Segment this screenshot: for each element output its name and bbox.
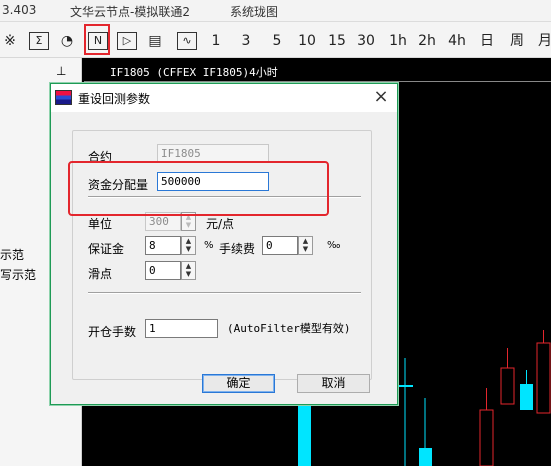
app-icon — [55, 90, 72, 105]
period-5min[interactable]: 5 — [267, 30, 287, 52]
period-10min[interactable]: 10 — [297, 30, 317, 52]
fee-suffix: ‰ — [327, 240, 341, 251]
contract-field: IF1805 — [157, 144, 269, 162]
candle-down — [500, 367, 515, 405]
toolbar: ※ Σ ◔ N ▷ ▤ ∿ 1 3 5 10 15 30 1h 2h 4h 日 … — [0, 22, 551, 58]
backtest-params-dialog: 重设回测参数 × 合约 IF1805 资金分配量 500000 单位 300 ▲… — [50, 83, 398, 405]
divider — [88, 292, 361, 294]
margin-spinner[interactable]: ▲ ▼ — [181, 236, 196, 255]
candle-down — [479, 409, 494, 466]
pin-icon[interactable]: ⊥ — [56, 64, 66, 78]
window-title: 文华云节点-模拟联通2 — [70, 5, 190, 19]
fee-spinner[interactable]: ▲ ▼ — [298, 236, 313, 255]
slippage-spinner[interactable]: ▲ ▼ — [181, 261, 196, 280]
period-month[interactable]: 月 — [535, 30, 551, 52]
margin-label: 保证金 — [88, 242, 125, 256]
system-label: 系统珑图 — [230, 5, 279, 19]
fee-label: 手续费 — [219, 242, 256, 256]
period-1h[interactable]: 1h — [388, 30, 408, 52]
candle-up — [419, 448, 432, 466]
unit-label: 单位 — [88, 217, 113, 231]
period-2h[interactable]: 2h — [417, 30, 437, 52]
chart-icon[interactable]: ∿ — [177, 32, 197, 50]
lots-label: 开仓手数 — [88, 325, 137, 339]
candle-down — [536, 342, 551, 414]
version-text: 3.403 — [2, 3, 37, 17]
period-3min[interactable]: 3 — [236, 30, 256, 52]
close-icon[interactable]: × — [369, 86, 393, 108]
period-day[interactable]: 日 — [477, 30, 497, 52]
fee-input[interactable]: 0 — [262, 236, 298, 255]
chart-divider — [84, 81, 551, 82]
left-panel-item[interactable]: 示范 — [0, 246, 24, 263]
period-4h[interactable]: 4h — [447, 30, 467, 52]
period-week[interactable]: 周 — [507, 30, 527, 52]
document-icon[interactable]: ▤ — [145, 30, 165, 52]
ok-button[interactable]: 确定 — [202, 374, 275, 393]
cancel-button[interactable]: 取消 — [297, 374, 370, 393]
period-1min[interactable]: 1 — [206, 30, 226, 52]
toolbar-highlight-box — [84, 24, 110, 55]
app-title-bar: 3.403 文华云节点-模拟联通2 系统珑图 — [0, 0, 551, 22]
lots-note: (AutoFilter模型有效) — [227, 322, 351, 335]
chart-title: IF1805 (CFFEX IF1805)4小时 — [110, 66, 278, 79]
unit-suffix: 元/点 — [206, 217, 235, 231]
candle-up — [520, 384, 533, 410]
margin-suffix: % — [204, 240, 214, 251]
capital-highlight-box — [68, 161, 329, 216]
lots-input[interactable]: 1 — [145, 319, 218, 338]
slippage-label: 滑点 — [88, 267, 113, 281]
margin-input[interactable]: 8 — [145, 236, 181, 255]
sigma-icon[interactable]: Σ — [29, 32, 49, 50]
dialog-title: 重设回测参数 — [78, 92, 151, 106]
slippage-input[interactable]: 0 — [145, 261, 181, 280]
toolbar-indicator-icon[interactable]: ※ — [0, 30, 20, 52]
play-icon[interactable]: ▷ — [117, 32, 137, 50]
clock-icon[interactable]: ◔ — [57, 30, 77, 52]
period-30min[interactable]: 30 — [356, 30, 376, 52]
period-15min[interactable]: 15 — [327, 30, 347, 52]
left-panel-item[interactable]: 写示范 — [0, 266, 36, 283]
dialog-title-bar[interactable]: 重设回测参数 × — [51, 84, 397, 112]
